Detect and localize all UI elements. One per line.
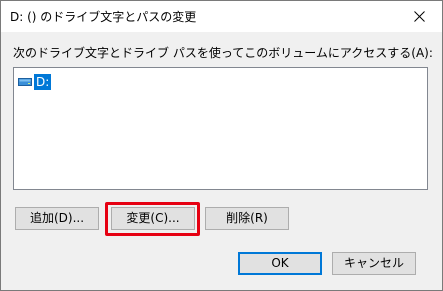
drive-path-list[interactable]: D: (13, 67, 428, 190)
close-icon (414, 11, 425, 22)
remove-button[interactable]: 削除(R) (205, 207, 289, 230)
prompt-label: 次のドライブ文字とドライブ パスを使ってこのボリュームにアクセスする(A): (13, 46, 433, 60)
title-bar: D: () のドライブ文字とパスの変更 (1, 1, 442, 32)
close-button[interactable] (398, 1, 442, 32)
ok-button[interactable]: OK (238, 252, 322, 275)
list-item-label: D: (34, 73, 52, 90)
cancel-button[interactable]: キャンセル (332, 252, 416, 275)
add-button[interactable]: 追加(D)... (15, 207, 99, 230)
list-item[interactable]: D: (18, 73, 52, 90)
dialog-window: D: () のドライブ文字とパスの変更 次のドライブ文字とドライブ パスを使って… (0, 0, 443, 291)
window-title: D: () のドライブ文字とパスの変更 (10, 10, 197, 24)
drive-icon (18, 75, 32, 89)
change-button[interactable]: 変更(C)... (111, 207, 195, 230)
